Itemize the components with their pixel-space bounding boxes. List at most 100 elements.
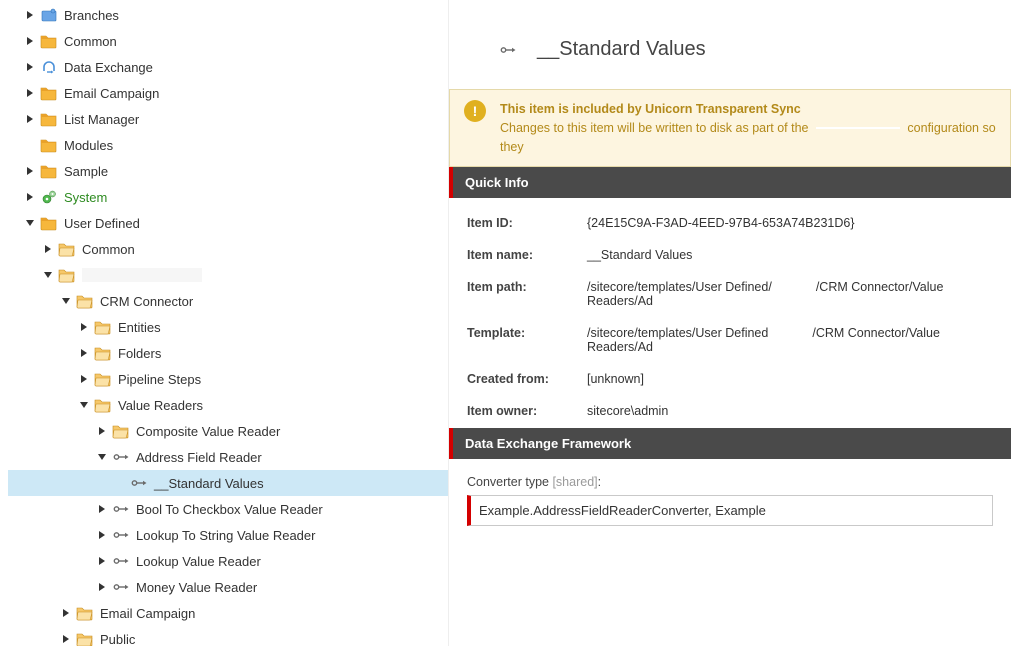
section-quick-info[interactable]: Quick Info xyxy=(449,167,1011,198)
warning-icon: ! xyxy=(464,100,486,122)
tree-item-afr[interactable]: Address Field Reader xyxy=(8,444,448,470)
expand-icon[interactable] xyxy=(24,113,36,125)
tree-item-compvr[interactable]: Composite Value Reader xyxy=(8,418,448,444)
tree-item-valread[interactable]: Value Readers xyxy=(8,392,448,418)
branches-icon xyxy=(40,6,58,24)
folder-o-icon xyxy=(112,422,130,440)
tree-item-lvr[interactable]: Lookup Value Reader xyxy=(8,548,448,574)
expand-icon[interactable] xyxy=(96,581,108,593)
tree-item-label: __Standard Values xyxy=(154,476,264,491)
tree-item-label: Value Readers xyxy=(118,398,203,413)
collapse-icon[interactable] xyxy=(78,399,90,411)
expand-icon[interactable] xyxy=(96,529,108,541)
expand-icon[interactable] xyxy=(24,191,36,203)
tree-item-common0[interactable]: Common xyxy=(8,28,448,54)
banner-line1: This item is included by Unicorn Transpa… xyxy=(500,100,998,119)
content-header: __Standard Values xyxy=(449,0,1011,89)
tree-item-label: User Defined xyxy=(64,216,140,231)
tree-item-datax[interactable]: Data Exchange xyxy=(8,54,448,80)
folder-o-icon xyxy=(76,630,94,646)
tree-item-label: CRM Connector xyxy=(100,294,193,309)
tree-item-emailc0[interactable]: Email Campaign xyxy=(8,80,448,106)
pipe-icon xyxy=(112,526,130,544)
system-icon xyxy=(40,188,58,206)
tree-item-modules[interactable]: Modules xyxy=(8,132,448,158)
folder-icon xyxy=(40,214,58,232)
tree-item-pipesteps[interactable]: Pipeline Steps xyxy=(8,366,448,392)
pipe-icon xyxy=(130,474,148,492)
tree-item-folders[interactable]: Folders xyxy=(8,340,448,366)
field-converter-type: Converter type [shared]: xyxy=(449,459,1011,542)
tree-panel[interactable]: Branches Common Data Exchange Email Campaig… xyxy=(0,0,448,646)
tree-item-mvr[interactable]: Money Value Reader xyxy=(8,574,448,600)
tree-item-listmgr[interactable]: List Manager xyxy=(8,106,448,132)
tree-item-sample[interactable]: Sample xyxy=(8,158,448,184)
section-data-exchange-framework[interactable]: Data Exchange Framework xyxy=(449,428,1011,459)
expand-icon[interactable] xyxy=(24,9,36,21)
tree-item-emailc2[interactable]: Email Campaign xyxy=(8,600,448,626)
label-item-path: Item path: xyxy=(467,280,577,308)
expand-icon[interactable] xyxy=(78,373,90,385)
expand-icon[interactable] xyxy=(42,243,54,255)
tree-item-userdef[interactable]: User Defined xyxy=(8,210,448,236)
page-title: __Standard Values xyxy=(537,38,706,61)
pipe-icon xyxy=(112,552,130,570)
tree-item-label: Modules xyxy=(64,138,113,153)
expand-icon[interactable] xyxy=(96,425,108,437)
collapse-icon[interactable] xyxy=(24,217,36,229)
expand-icon[interactable] xyxy=(24,165,36,177)
tree-item-common1[interactable]: Common xyxy=(8,236,448,262)
tree-item-stdvals[interactable]: __Standard Values xyxy=(8,470,448,496)
tree-item-entities[interactable]: Entities xyxy=(8,314,448,340)
tree-item-public[interactable]: Public xyxy=(8,626,448,646)
tree-item-label: Composite Value Reader xyxy=(136,424,280,439)
folder-icon xyxy=(40,32,58,50)
tree-item-label xyxy=(82,268,202,282)
expand-icon[interactable] xyxy=(24,87,36,99)
expand-icon[interactable] xyxy=(78,321,90,333)
tree-item-crmconn[interactable]: CRM Connector xyxy=(8,288,448,314)
folder-o-icon xyxy=(94,396,112,414)
expand-icon[interactable] xyxy=(78,347,90,359)
input-converter-type[interactable] xyxy=(467,495,993,526)
tree-item-label: Folders xyxy=(118,346,161,361)
folder-icon xyxy=(40,162,58,180)
collapse-icon[interactable] xyxy=(60,295,72,307)
value-created-from: [unknown] xyxy=(587,372,993,386)
banner-line2: Changes to this item will be written to … xyxy=(500,119,998,157)
folder-icon xyxy=(40,84,58,102)
label-item-id: Item ID: xyxy=(467,216,577,230)
content-panel: __Standard Values ! This item is include… xyxy=(448,0,1011,646)
unicorn-sync-banner: ! This item is included by Unicorn Trans… xyxy=(449,89,1011,167)
folder-o-icon xyxy=(58,240,76,258)
folder-o-icon xyxy=(94,318,112,336)
tree-item-label: Sample xyxy=(64,164,108,179)
item-icon xyxy=(497,39,519,61)
tree-item-label: Common xyxy=(82,242,135,257)
tree-item-b2c[interactable]: Bool To Checkbox Value Reader xyxy=(8,496,448,522)
label-item-name: Item name: xyxy=(467,248,577,262)
folder-icon xyxy=(40,136,58,154)
tree-item-label: Email Campaign xyxy=(100,606,195,621)
tree-item-label: List Manager xyxy=(64,112,139,127)
expand-icon[interactable] xyxy=(60,633,72,645)
tree-item-label: Lookup To String Value Reader xyxy=(136,528,315,543)
tree-item-system[interactable]: System xyxy=(8,184,448,210)
tree-item-blank1[interactable] xyxy=(8,262,448,288)
expand-icon[interactable] xyxy=(60,607,72,619)
tree-item-l2s[interactable]: Lookup To String Value Reader xyxy=(8,522,448,548)
expand-icon[interactable] xyxy=(24,61,36,73)
tree-item-label: Email Campaign xyxy=(64,86,159,101)
tree-item-label: Public xyxy=(100,632,135,646)
expand-icon[interactable] xyxy=(96,555,108,567)
collapse-icon[interactable] xyxy=(42,269,54,281)
tree-item-label: Address Field Reader xyxy=(136,450,262,465)
tree-item-label: Common xyxy=(64,34,117,49)
pipe-icon xyxy=(112,500,130,518)
tree-item-label: Lookup Value Reader xyxy=(136,554,261,569)
tree-item-label: Entities xyxy=(118,320,161,335)
expand-icon[interactable] xyxy=(24,35,36,47)
expand-icon[interactable] xyxy=(96,503,108,515)
collapse-icon[interactable] xyxy=(96,451,108,463)
tree-item-branches[interactable]: Branches xyxy=(8,2,448,28)
